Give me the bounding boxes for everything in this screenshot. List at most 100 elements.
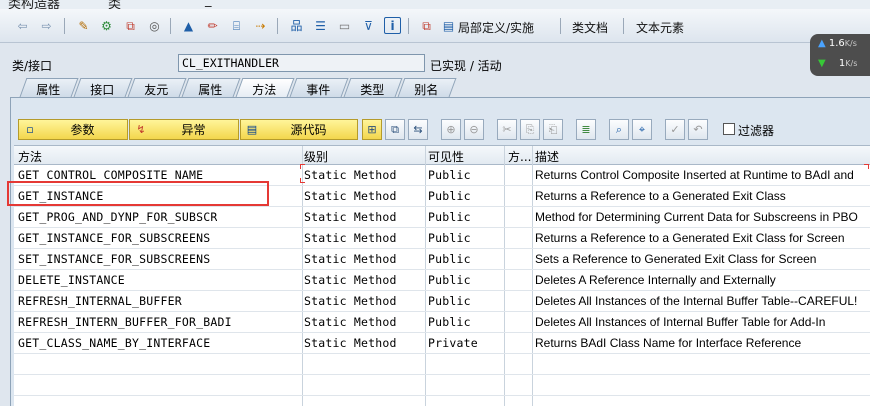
visibility-cell: Public	[428, 252, 471, 266]
title-fragment-mid: 类	[108, 0, 122, 9]
column-header-visibility[interactable]: 可见性	[428, 148, 464, 165]
visibility-cell: Public	[428, 210, 471, 224]
where-used-icon[interactable]: ⌸	[228, 17, 245, 34]
tab-interfaces[interactable]: 接口	[73, 78, 133, 97]
filter-checkbox[interactable]	[723, 123, 735, 135]
class-name-field[interactable]: CL_EXITHANDLER	[178, 54, 425, 72]
other-object-icon[interactable]: ⧉	[122, 17, 139, 34]
table-row[interactable]: REFRESH_INTERNAL_BUFFER Static Method Publ…	[14, 291, 870, 312]
window-icon[interactable]: ▭	[336, 17, 353, 34]
cut-icon[interactable]: ✂	[497, 119, 517, 140]
column-header-level[interactable]: 级别	[304, 148, 328, 165]
level-cell: Static Method	[304, 294, 397, 308]
table-row[interactable]: GET_INSTANCE_FOR_SUBSCREENS Static Method…	[14, 228, 870, 249]
filter-label: 过滤器	[738, 124, 775, 138]
tab-events[interactable]: 事件	[289, 78, 349, 97]
class-interface-label: 类/接口	[12, 59, 53, 73]
activate-icon[interactable]: ⚙	[98, 17, 115, 34]
upload-arrow-icon: ▲	[818, 38, 826, 49]
table-row[interactable]: DELETE_INSTANCE Static Method Public Delete…	[14, 270, 870, 291]
method-name-cell: GET_PROG_AND_DYNP_FOR_SUBSCR	[18, 210, 218, 224]
filter-icon[interactable]: ⊽	[360, 17, 377, 34]
local-def-icon[interactable]: ⧉	[418, 17, 435, 34]
hierarchy-icon[interactable]: 品	[288, 17, 305, 34]
list-icon[interactable]: ☰	[312, 17, 329, 34]
source-code-icon: ▤	[246, 123, 258, 136]
highlight-box	[7, 181, 269, 206]
method-name-cell: GET_CLASS_NAME_BY_INTERFACE	[18, 336, 211, 350]
copy-icon[interactable]: ⧉	[385, 119, 405, 140]
visibility-cell: Public	[428, 168, 471, 182]
parameters-button[interactable]: ▫ 参数	[18, 119, 128, 140]
table-row[interactable]: SET_INSTANCE_FOR_SUBSCREENS Static Method…	[14, 249, 870, 270]
tab-attributes[interactable]: 属性	[181, 78, 241, 97]
description-cell: Method for Determining Current Data for …	[535, 210, 858, 224]
find-icon[interactable]: ⌕	[609, 119, 629, 140]
tab-methods[interactable]: 方法	[235, 78, 295, 97]
local-def-button[interactable]: 局部定义/实施	[458, 19, 534, 36]
method-name-cell: GET_CONTROL_COMPOSITE_NAME	[18, 168, 204, 182]
description-cell: Returns BAdI Class Name for Interface Re…	[535, 336, 802, 350]
display-change-icon[interactable]: ✎	[75, 17, 92, 34]
description-cell: Deletes A Reference Internally and Exter…	[535, 273, 776, 287]
title-fragment-right: _	[205, 0, 212, 8]
tab-friends[interactable]: 友元	[127, 78, 187, 97]
title-fragment-left: 类构造器	[8, 0, 61, 9]
detail-view-icon[interactable]: ⊞	[362, 119, 382, 140]
table-header: 方法 级别 可见性 方... 描述	[14, 146, 870, 165]
undo-icon[interactable]: ↶	[688, 119, 708, 140]
check-syntax-icon[interactable]: ✓	[665, 119, 685, 140]
method-name-cell: REFRESH_INTERN_BUFFER_FOR_BADI	[18, 315, 232, 329]
description-cell: Returns a Reference to a Generated Exit …	[535, 231, 845, 245]
description-cell: Sets a Reference to Generated Exit Class…	[535, 252, 817, 266]
copy-row-icon[interactable]: ⎘	[520, 119, 540, 140]
table-row[interactable]: REFRESH_INTERN_BUFFER_FOR_BADI Static Met…	[14, 312, 870, 333]
column-header-method-type[interactable]: 方...	[508, 148, 531, 165]
network-speed-widget: ▲ 1.6K/s ▼ 1K/s	[810, 34, 870, 76]
level-cell: Static Method	[304, 189, 397, 203]
method-name-cell: GET_INSTANCE_FOR_SUBSCREENS	[18, 231, 211, 245]
move-icon[interactable]: ⇆	[408, 119, 428, 140]
back-arrow-icon[interactable]: ⇦	[14, 17, 31, 34]
column-header-method[interactable]: 方法	[18, 148, 42, 165]
level-cell: Static Method	[304, 273, 397, 287]
paste-icon[interactable]: ⎗	[543, 119, 563, 140]
check-icon[interactable]: ▲	[180, 17, 197, 34]
pencil-icon[interactable]: ✏	[204, 17, 221, 34]
description-cell: Deletes All Instances of the Internal Bu…	[535, 294, 858, 308]
download-arrow-icon: ▼	[818, 58, 826, 69]
table-row[interactable]: GET_PROG_AND_DYNP_FOR_SUBSCR Static Metho…	[14, 207, 870, 228]
table-row	[14, 375, 870, 396]
method-name-cell: REFRESH_INTERNAL_BUFFER	[18, 294, 182, 308]
tab-strip: 属性 接口 友元 属性 方法 事件 类型 别名	[10, 78, 870, 98]
tab-aliases[interactable]: 别名	[397, 78, 457, 97]
find-next-icon[interactable]: ⌖	[632, 119, 652, 140]
visibility-cell: Public	[428, 231, 471, 245]
info-icon[interactable]: i	[384, 17, 401, 34]
method-name-cell: DELETE_INSTANCE	[18, 273, 125, 287]
delete-row-icon[interactable]: ⊖	[464, 119, 484, 140]
class-doc-button[interactable]: 类文档	[572, 19, 608, 36]
column-header-description[interactable]: 描述	[535, 148, 559, 165]
tab-types[interactable]: 类型	[343, 78, 403, 97]
exceptions-button[interactable]: ↯ 异常	[129, 119, 239, 140]
window-title-strip: 类构造器 类 _	[0, 0, 870, 9]
upload-speed: 1.6	[828, 38, 845, 49]
level-cell: Static Method	[304, 336, 397, 350]
table-row	[14, 354, 870, 375]
class-status-text: 已实现 / 活动	[430, 59, 502, 73]
tab-properties[interactable]: 属性	[19, 78, 79, 97]
forward-arrow-icon[interactable]: ⇨	[38, 17, 55, 34]
source-code-button[interactable]: ▤ 源代码	[240, 119, 358, 140]
application-toolbar: ⇦ ⇨ ✎ ⚙ ⧉ ◎ ▲ ✏ ⌸ ⇢ 品 ☰ ▭ ⊽ i ⧉ ▤ 局部定义/实…	[0, 9, 870, 43]
table-row[interactable]: GET_CLASS_NAME_BY_INTERFACE Static Method…	[14, 333, 870, 354]
stack-icon[interactable]: ≣	[576, 119, 596, 140]
insert-row-icon[interactable]: ⊕	[441, 119, 461, 140]
level-cell: Static Method	[304, 315, 397, 329]
level-cell: Static Method	[304, 210, 397, 224]
text-elements-button[interactable]: 文本元素	[636, 19, 684, 36]
local-impl-icon[interactable]: ▤	[440, 17, 457, 34]
level-cell: Static Method	[304, 252, 397, 266]
target-icon[interactable]: ◎	[146, 17, 163, 34]
navigate-icon[interactable]: ⇢	[252, 17, 269, 34]
